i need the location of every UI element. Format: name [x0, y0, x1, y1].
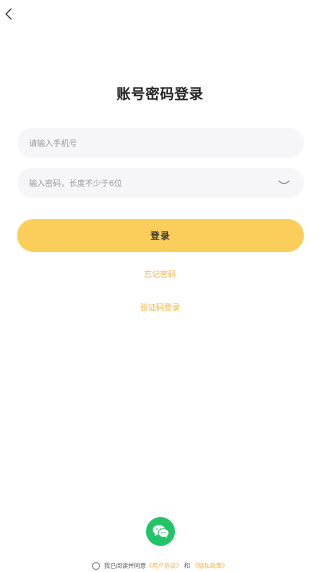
chevron-left-icon: [5, 8, 12, 20]
login-button[interactable]: 登录: [17, 219, 304, 252]
page-title: 账号密码登录: [116, 87, 204, 103]
eye-closed-icon: [278, 180, 290, 184]
agreement-row: 我已阅读并同意 《用户协议》 和 《隐私政策》: [0, 561, 320, 570]
user-agreement-link[interactable]: 《用户协议》: [146, 561, 182, 570]
agreement-conjunction: 和: [184, 563, 191, 570]
back-button[interactable]: [2, 6, 16, 20]
code-login-link[interactable]: 验证码登录: [0, 302, 320, 313]
wechat-icon: [152, 525, 169, 538]
agreement-prefix: 我已阅读并同意: [103, 563, 146, 570]
wechat-login-button[interactable]: [146, 517, 175, 546]
phone-field[interactable]: [17, 128, 304, 158]
phone-input[interactable]: [29, 128, 292, 158]
forgot-password-link[interactable]: 忘记密码: [0, 269, 320, 280]
privacy-policy-link[interactable]: 《隐私政策》: [192, 561, 228, 570]
agreement-checkbox[interactable]: [91, 561, 100, 570]
password-input[interactable]: [29, 168, 278, 198]
password-field[interactable]: [17, 168, 304, 198]
password-visibility-toggle[interactable]: [278, 179, 290, 187]
